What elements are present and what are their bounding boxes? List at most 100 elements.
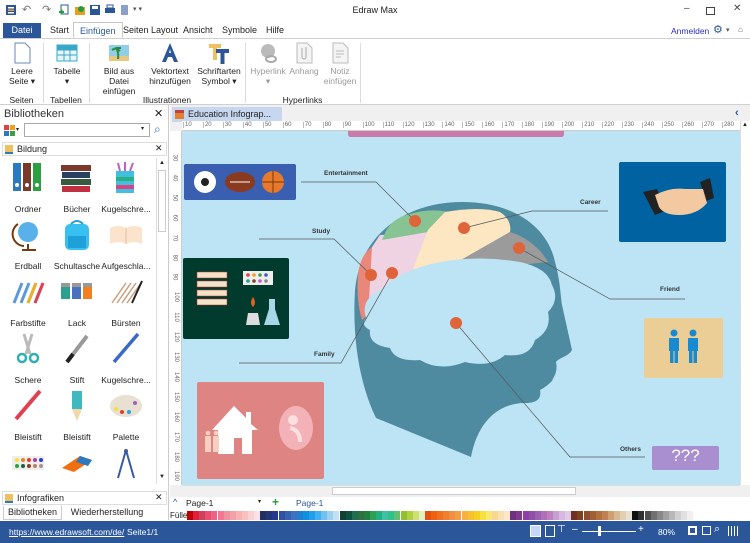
print-icon[interactable] <box>104 4 116 16</box>
entertainment-image[interactable] <box>184 164 296 200</box>
color-swatch[interactable] <box>662 511 669 520</box>
color-swatch[interactable] <box>455 511 462 520</box>
color-swatch[interactable] <box>553 511 559 520</box>
color-swatch[interactable] <box>357 511 364 520</box>
color-swatch[interactable] <box>302 511 309 520</box>
tab-ansicht[interactable]: Ansicht <box>177 22 219 38</box>
library-grid-icon[interactable] <box>4 125 15 136</box>
library-shape-item[interactable]: Lack <box>51 271 103 328</box>
color-swatch[interactable] <box>528 511 535 520</box>
normal-view-icon[interactable] <box>530 525 541 537</box>
zoom-level[interactable]: 80% <box>658 527 675 537</box>
category-close-icon[interactable]: ✕ <box>155 143 163 154</box>
color-swatch[interactable] <box>406 511 413 520</box>
search-icon[interactable]: ⌕ <box>154 122 161 137</box>
save-icon[interactable] <box>89 4 101 16</box>
library-shape-item[interactable]: Erdball <box>2 214 54 271</box>
color-swatch[interactable] <box>431 511 437 520</box>
dot-study[interactable] <box>365 269 377 281</box>
color-swatch[interactable] <box>382 511 389 520</box>
color-swatch[interactable] <box>339 511 346 520</box>
category-header-bildung[interactable]: Bildung ✕ <box>2 142 167 156</box>
new-document-icon[interactable] <box>58 4 70 16</box>
color-swatch[interactable] <box>467 511 474 520</box>
color-swatch[interactable] <box>571 511 578 520</box>
library-shape-item[interactable]: Farbstifte <box>2 271 54 328</box>
blank-page-button[interactable]: Leere Seite ▾ <box>4 42 40 86</box>
close-button[interactable]: ✕ <box>733 3 741 14</box>
vector-text-button[interactable]: Vektortext hinzufügen <box>148 42 192 86</box>
color-swatch[interactable] <box>485 511 492 520</box>
color-swatch[interactable] <box>376 511 383 520</box>
color-swatch[interactable] <box>370 511 376 520</box>
color-swatch[interactable] <box>321 511 328 520</box>
color-swatch[interactable] <box>583 511 590 520</box>
color-swatch[interactable] <box>351 511 358 520</box>
color-swatch[interactable] <box>187 511 193 520</box>
color-swatch[interactable] <box>473 511 480 520</box>
color-swatch[interactable] <box>510 511 517 520</box>
color-swatch[interactable] <box>498 511 505 520</box>
tab-start[interactable]: Start <box>44 22 75 38</box>
zoom-slider-thumb[interactable] <box>598 526 602 536</box>
color-swatch[interactable] <box>412 511 419 520</box>
color-swatch[interactable] <box>504 511 511 520</box>
insert-note-button[interactable]: Notiz einfügen <box>322 42 358 86</box>
color-swatch[interactable] <box>601 511 608 520</box>
color-swatch[interactable] <box>223 511 230 520</box>
color-swatch[interactable] <box>254 511 261 520</box>
tab-symbole[interactable]: Symbole <box>216 22 263 38</box>
scroll-up-arrow[interactable]: ▲ <box>159 160 165 166</box>
open-icon[interactable] <box>74 4 86 16</box>
grid-icon[interactable] <box>728 526 738 536</box>
color-swatch[interactable] <box>559 511 566 520</box>
friend-image[interactable] <box>644 318 723 378</box>
outline-view-icon[interactable] <box>545 525 555 537</box>
zoom-search-icon[interactable]: ⌕ <box>714 523 720 536</box>
page-bar-collapse-icon[interactable]: ^ <box>173 497 177 507</box>
library-shape-item[interactable]: Bücher <box>51 157 103 214</box>
color-swatch[interactable] <box>675 511 681 520</box>
panel-collapse-icon[interactable]: ‹ <box>735 107 739 119</box>
vertical-scrollbar[interactable]: ▲ <box>740 121 750 485</box>
color-swatch[interactable] <box>687 511 694 520</box>
minimize-button[interactable]: – <box>684 3 690 14</box>
color-swatch[interactable] <box>516 511 523 520</box>
website-link[interactable]: https://www.edrawsoft.com/de/ <box>9 527 124 537</box>
maximize-button[interactable] <box>706 7 715 15</box>
page-select[interactable]: Page-1 ▾ <box>186 498 266 508</box>
settings-gear-icon[interactable]: ⚙ <box>713 23 723 36</box>
library-shape-item[interactable]: Schultasche <box>51 214 103 271</box>
tab-datei[interactable]: Datei <box>3 23 41 38</box>
study-image[interactable] <box>183 258 289 339</box>
library-shape-item[interactable]: Palette <box>100 385 152 442</box>
color-swatch[interactable] <box>388 511 395 520</box>
color-swatch[interactable] <box>400 511 407 520</box>
search-dropdown-arrow[interactable]: ▾ <box>141 125 144 132</box>
color-swatch[interactable] <box>333 511 340 520</box>
signin-link[interactable]: Anmelden <box>671 26 709 36</box>
insert-image-button[interactable]: Bild aus Datei einfügen <box>94 42 144 96</box>
color-swatch[interactable] <box>479 511 486 520</box>
color-swatch[interactable] <box>589 511 596 520</box>
category-close-icon[interactable]: ✕ <box>155 492 163 503</box>
scroll-down-arrow[interactable]: ▼ <box>159 474 165 480</box>
document-tab[interactable]: Education Infograp... ✕ <box>172 107 282 134</box>
color-swatch[interactable] <box>540 511 547 520</box>
horizontal-scrollbar[interactable] <box>182 485 740 496</box>
color-swatch[interactable] <box>235 511 242 520</box>
color-swatch[interactable] <box>656 511 663 520</box>
color-swatch[interactable] <box>363 511 370 520</box>
color-swatch[interactable] <box>577 511 584 520</box>
color-swatch[interactable] <box>205 511 212 520</box>
color-swatch[interactable] <box>266 511 273 520</box>
fit-width-icon[interactable] <box>702 526 711 535</box>
library-shape-item[interactable]: Kugelschre... <box>100 328 152 385</box>
color-swatch[interactable] <box>632 511 639 520</box>
tab-hilfe[interactable]: Hilfe <box>260 22 290 38</box>
page-tab-page-1[interactable]: Page-1 <box>296 498 323 508</box>
color-swatch[interactable] <box>437 511 444 520</box>
color-swatch[interactable] <box>290 511 297 520</box>
tab-wiederherstellung[interactable]: Wiederherstellung <box>62 506 152 520</box>
quick-access-dropdown[interactable]: ▾ ▾ <box>133 5 142 13</box>
